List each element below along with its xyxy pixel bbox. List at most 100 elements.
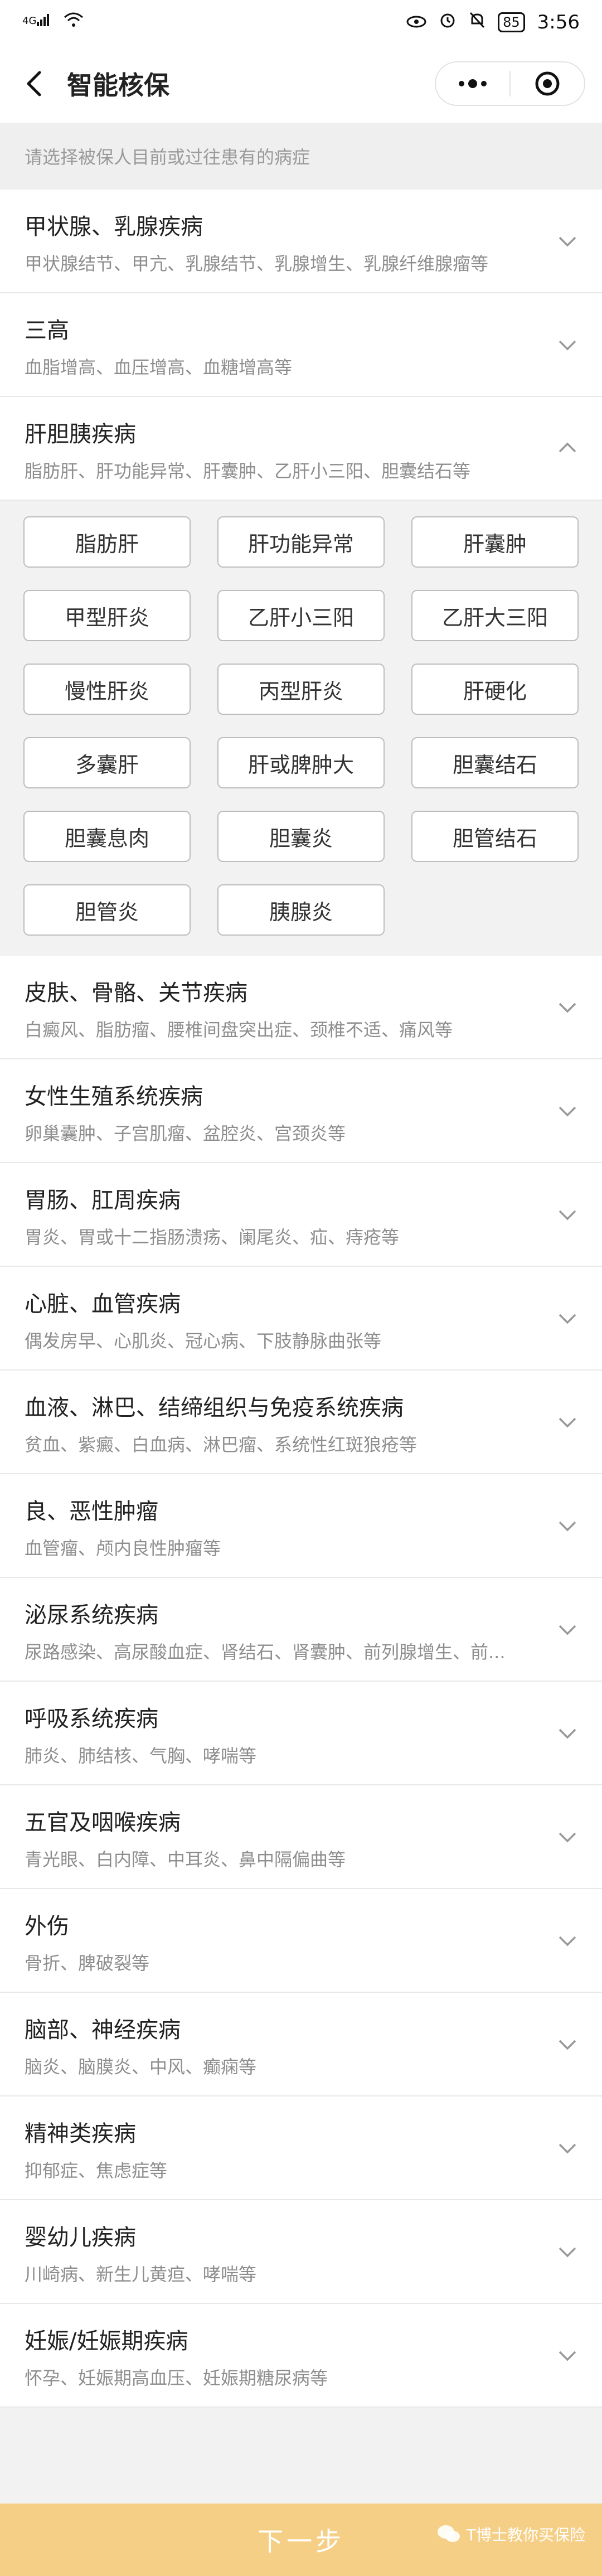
chevron-down-icon (559, 2040, 576, 2050)
category-respiratory[interactable]: 呼吸系统疾病 肺炎、肺结核、气胸、哮喘等 (0, 1682, 602, 1785)
chevron-down-icon (559, 2351, 576, 2361)
category-desc: 脂肪肝、肝功能异常、肝囊肿、乙肝小三阳、胆囊结石等 (25, 461, 471, 482)
category-desc: 川崎病、新生儿黄疸、哮喘等 (25, 2264, 257, 2285)
category-female-reproductive[interactable]: 女性生殖系统疾病 卵巢囊肿、子宫肌瘤、盆腔炎、宫颈炎等 (0, 1059, 602, 1163)
chevron-down-icon (559, 1728, 576, 1739)
chevron-down-icon (559, 1936, 576, 1946)
tag-liver-spleen-enlarged[interactable]: 肝或脾肿大 (217, 737, 385, 788)
chevron-down-icon (559, 1521, 576, 1532)
category-infant[interactable]: 婴幼儿疾病 川崎病、新生儿黄疸、哮喘等 (0, 2200, 602, 2304)
tag-cholecystitis[interactable]: 胆囊炎 (217, 811, 385, 862)
category-title: 外伤 (25, 1914, 69, 1939)
page-title: 智能核保 (67, 70, 169, 100)
category-title: 胃肠、肛周疾病 (25, 1188, 181, 1213)
category-desc: 脑炎、脑膜炎、中风、癫痫等 (25, 2056, 257, 2078)
more-button[interactable] (436, 62, 509, 105)
category-title: 精神类疾病 (25, 2121, 136, 2147)
tag-polycystic-liver[interactable]: 多囊肝 (23, 737, 191, 788)
tag-hepatitis-a[interactable]: 甲型肝炎 (23, 590, 191, 641)
chevron-up-icon (559, 442, 576, 453)
category-three-highs[interactable]: 三高 血脂增高、血压增高、血糖增高等 (0, 293, 602, 397)
category-title: 婴幼儿疾病 (25, 2225, 136, 2250)
chevron-down-icon (559, 1003, 576, 1013)
category-title: 血液、淋巴、结缔组织与免疫系统疾病 (25, 1395, 404, 1421)
chevron-down-icon (559, 1210, 576, 1221)
alarm-icon (439, 11, 457, 34)
tag-fatty-liver[interactable]: 脂肪肝 (23, 516, 191, 568)
category-desc: 贫血、紫癜、白血病、淋巴瘤、系统性红斑狼疮等 (25, 1434, 417, 1455)
category-desc: 肺炎、肺结核、气胸、哮喘等 (25, 1745, 257, 1766)
chevron-down-icon (559, 2247, 576, 2258)
category-brain-nerve[interactable]: 脑部、神经疾病 脑炎、脑膜炎、中风、癫痫等 (0, 1993, 602, 2096)
category-desc: 青光眼、白内障、中耳炎、鼻中隔偏曲等 (25, 1849, 346, 1870)
category-pregnancy[interactable]: 妊娠/妊娠期疾病 怀孕、妊娠期高血压、妊娠期糖尿病等 (0, 2304, 602, 2408)
category-tumors[interactable]: 良、恶性肿瘤 血管瘤、颅内良性肿瘤等 (0, 1474, 602, 1578)
tag-liver-function-abnormal[interactable]: 肝功能异常 (217, 516, 385, 568)
category-liver-gallbladder-pancreas[interactable]: 肝胆胰疾病 脂肪肝、肝功能异常、肝囊肿、乙肝小三阳、胆囊结石等 (0, 397, 602, 501)
category-desc: 甲状腺结节、甲亢、乳腺结节、乳腺增生、乳腺纤维腺瘤等 (25, 253, 489, 274)
battery-indicator: 85 (498, 12, 525, 32)
category-thyroid-breast[interactable]: 甲状腺、乳腺疾病 甲状腺结节、甲亢、乳腺结节、乳腺增生、乳腺纤维腺瘤等 (0, 190, 602, 293)
more-dots-icon (459, 79, 487, 88)
close-miniprogram-button[interactable] (511, 62, 584, 105)
category-desc: 血管瘤、颅内良性肿瘤等 (25, 1538, 221, 1559)
watermark-text: T博士教你买保险 (466, 2526, 585, 2544)
category-skin-bone-joint[interactable]: 皮肤、骨骼、关节疾病 白癜风、脂肪瘤、腰椎间盘突出症、颈椎不适、痛风等 (0, 956, 602, 1059)
category-urinary[interactable]: 泌尿系统疾病 尿路感染、高尿酸血症、肾结石、肾囊肿、前列腺增生、前... (0, 1578, 602, 1682)
tag-hbv-big-three-positive[interactable]: 乙肝大三阳 (411, 590, 579, 641)
category-desc: 怀孕、妊娠期高血压、妊娠期糖尿病等 (25, 2367, 328, 2389)
chevron-down-icon (559, 1832, 576, 1843)
tag-chronic-hepatitis[interactable]: 慢性肝炎 (23, 664, 191, 715)
nav-bar: 智能核保 (0, 45, 602, 123)
category-ent-throat[interactable]: 五官及咽喉疾病 青光眼、白内障、中耳炎、鼻中隔偏曲等 (0, 1785, 602, 1889)
tag-hepatitis-c[interactable]: 丙型肝炎 (217, 664, 385, 715)
tag-cholangitis[interactable]: 胆管炎 (23, 884, 191, 936)
category-desc: 白癜风、脂肪瘤、腰椎间盘突出症、颈椎不适、痛风等 (25, 1019, 453, 1040)
category-title: 五官及咽喉疾病 (25, 1810, 181, 1836)
chevron-down-icon (559, 340, 576, 351)
category-desc: 抑郁症、焦虑症等 (25, 2160, 168, 2181)
category-blood-immune[interactable]: 血液、淋巴、结缔组织与免疫系统疾病 贫血、紫癜、白血病、淋巴瘤、系统性红斑狼疮等 (0, 1371, 602, 1474)
category-title: 心脏、血管疾病 (25, 1291, 181, 1317)
tag-cirrhosis[interactable]: 肝硬化 (411, 664, 579, 715)
tag-pancreatitis[interactable]: 胰腺炎 (217, 884, 385, 936)
condition-list: 甲状腺、乳腺疾病 甲状腺结节、甲亢、乳腺结节、乳腺增生、乳腺纤维腺瘤等 三高 血… (0, 190, 602, 2408)
miniprogram-capsule (435, 61, 585, 106)
category-heart-vascular[interactable]: 心脏、血管疾病 偶发房早、心肌炎、冠心病、下肢静脉曲张等 (0, 1267, 602, 1371)
category-desc: 血脂增高、血压增高、血糖增高等 (25, 357, 293, 378)
target-close-icon (535, 71, 560, 96)
back-arrow-icon (27, 71, 41, 96)
wifi-icon (64, 12, 84, 33)
chevron-down-icon (559, 1417, 576, 1428)
tag-bile-duct-stone[interactable]: 胆管结石 (411, 811, 579, 862)
chevron-down-icon (559, 1625, 576, 1635)
clock: 3:56 (537, 11, 580, 33)
watermark: T博士教你买保险 (436, 2523, 585, 2545)
category-desc: 骨折、脾破裂等 (25, 1953, 150, 1974)
category-title: 泌尿系统疾病 (25, 1602, 158, 1628)
category-gastro-anal[interactable]: 胃肠、肛周疾病 胃炎、胃或十二指肠溃疡、阑尾炎、疝、痔疮等 (0, 1163, 602, 1267)
category-desc: 卵巢囊肿、子宫肌瘤、盆腔炎、宫颈炎等 (25, 1123, 346, 1144)
status-bar: 4G 85 3:56 (0, 0, 602, 45)
category-title: 呼吸系统疾病 (25, 1706, 158, 1732)
footer-spacer (0, 2451, 602, 2504)
category-title: 女性生殖系统疾病 (25, 1084, 203, 1110)
liver-tag-panel: 脂肪肝 肝功能异常 肝囊肿 甲型肝炎 乙肝小三阳 乙肝大三阳 慢性肝炎 丙型肝炎… (0, 501, 602, 956)
category-desc: 尿路感染、高尿酸血症、肾结石、肾囊肿、前列腺增生、前... (25, 1642, 506, 1663)
back-button[interactable] (17, 67, 50, 100)
tag-gallstone[interactable]: 胆囊结石 (411, 737, 579, 788)
tag-liver-cyst[interactable]: 肝囊肿 (411, 516, 579, 568)
eye-icon (406, 11, 426, 33)
category-trauma[interactable]: 外伤 骨折、脾破裂等 (0, 1889, 602, 1993)
category-title: 脑部、神经疾病 (25, 2017, 181, 2043)
category-title: 良、恶性肿瘤 (25, 1499, 158, 1524)
tag-hbv-small-three-positive[interactable]: 乙肝小三阳 (217, 590, 385, 641)
instruction-text: 请选择被保人目前或过往患有的病症 (0, 123, 602, 190)
category-title: 三高 (25, 318, 69, 343)
category-title: 肝胆胰疾病 (25, 422, 136, 447)
chevron-down-icon (559, 2143, 576, 2154)
chevron-down-icon (559, 1314, 576, 1324)
category-mental[interactable]: 精神类疾病 抑郁症、焦虑症等 (0, 2096, 602, 2200)
tag-gallbladder-polyp[interactable]: 胆囊息肉 (23, 811, 191, 862)
category-desc: 偶发房早、心肌炎、冠心病、下肢静脉曲张等 (25, 1330, 382, 1352)
